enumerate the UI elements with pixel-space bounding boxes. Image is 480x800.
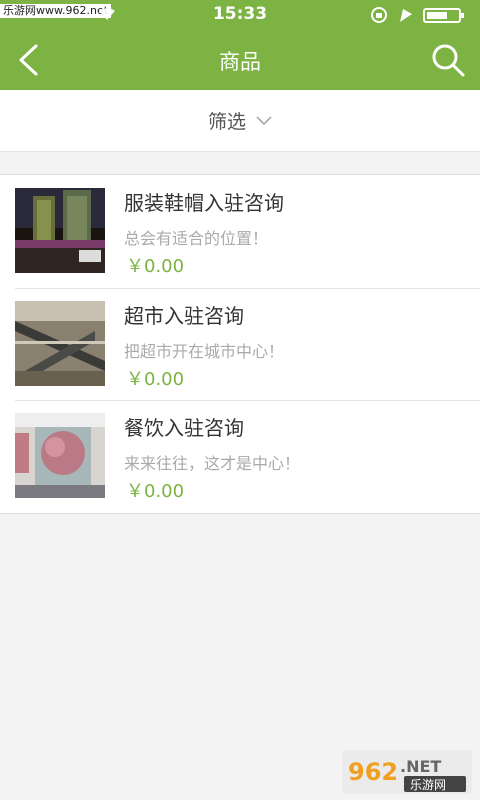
list-item[interactable]: 超市入驻咨询 把超市开在城市中心！ ￥0.00 [0, 287, 480, 401]
product-thumbnail [15, 188, 105, 273]
status-indicators [370, 6, 470, 24]
product-title: 超市入驻咨询 [124, 303, 244, 328]
page-title: 商品 [219, 50, 261, 74]
location-icon [400, 9, 412, 22]
app-header: 乐游网www.962.net 15:33 商品 [0, 0, 480, 90]
svg-text:乐游网: 乐游网 [410, 778, 446, 792]
watermark-logo: 962 .NET 乐游网 [342, 750, 472, 794]
search-button[interactable] [426, 38, 470, 82]
filter-bar: 筛选 [0, 90, 480, 152]
product-thumbnail [15, 413, 105, 498]
filter-button[interactable]: 筛选 [208, 107, 272, 134]
product-description: 来来往往，这才是中心！ [124, 454, 301, 473]
list-item[interactable]: 餐饮入驻咨询 来来往往，这才是中心！ ￥0.00 [0, 400, 480, 513]
product-list: 服装鞋帽入驻咨询 总会有适合的位置！ ￥0.00 超市入驻咨询 把超市开在城市中… [0, 174, 480, 514]
battery-icon [423, 8, 464, 23]
product-thumbnail [15, 300, 105, 386]
search-icon [432, 44, 465, 77]
product-price: ￥0.00 [126, 368, 185, 390]
svg-text:.NET: .NET [400, 757, 441, 776]
product-price: ￥0.00 [126, 481, 185, 502]
svg-text:962: 962 [348, 758, 398, 786]
status-bar: 乐游网www.962.net 15:33 [0, 0, 480, 30]
nav-bar: 商品 [0, 30, 480, 90]
rotation-lock-icon [371, 7, 387, 23]
chevron-down-icon [256, 115, 272, 125]
product-title: 餐饮入驻咨询 [124, 416, 244, 440]
product-description: 总会有适合的位置！ [124, 229, 269, 248]
filter-label: 筛选 [207, 111, 246, 133]
list-item[interactable]: 服装鞋帽入驻咨询 总会有适合的位置！ ￥0.00 [0, 175, 480, 288]
product-description: 把超市开在城市中心！ [124, 341, 285, 361]
product-price: ￥0.00 [126, 256, 185, 277]
product-title: 服装鞋帽入驻咨询 [124, 191, 284, 215]
